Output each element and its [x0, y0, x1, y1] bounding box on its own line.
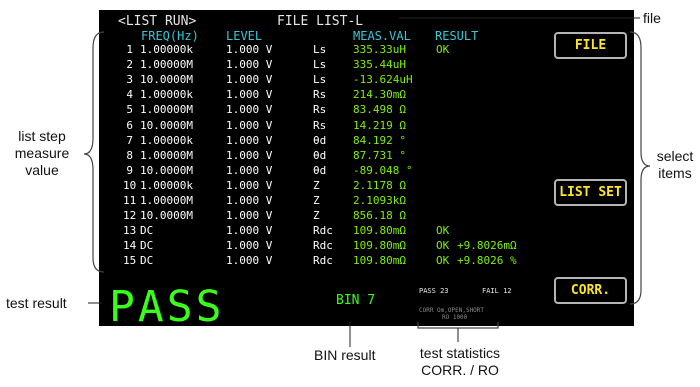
select-items-annotation: select items [656, 148, 694, 181]
test-result-annotation: test result [6, 295, 67, 311]
test-statistics-bracket [417, 322, 499, 329]
bin-result-annotation: BIN result [314, 347, 376, 363]
list-step-brace [83, 31, 105, 273]
annotation-overlay [83, 17, 651, 347]
list-step-annotation: list step measure value [14, 128, 70, 178]
file-annotation: file [643, 10, 661, 26]
select-items-brace [629, 31, 651, 305]
test-statistics-annotation: test statistics CORR. / RO [419, 345, 501, 378]
